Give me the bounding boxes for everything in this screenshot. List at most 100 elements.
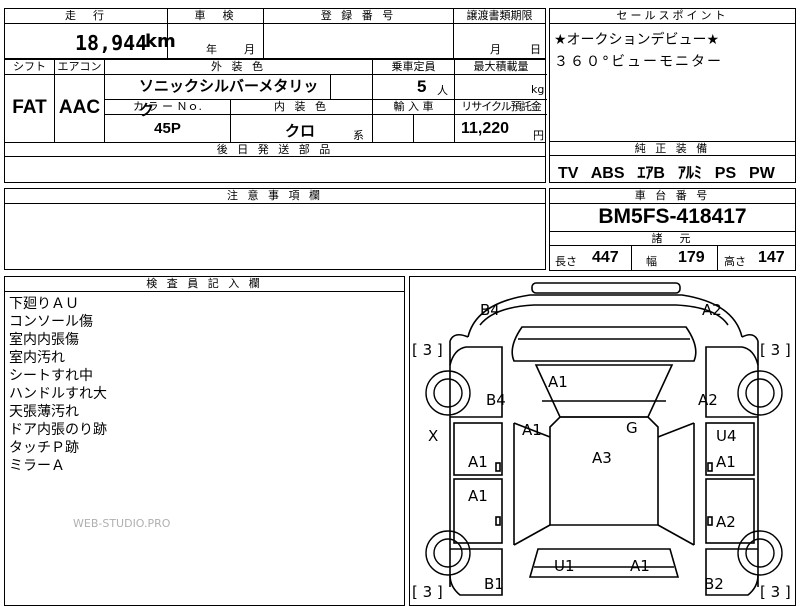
recycle-value: 11,220 [461, 120, 510, 137]
specs-section: シフト エアコン 外 装 色 乗車定員 最大積載量 FAT AAC ソニックシル… [4, 59, 547, 144]
tire-bracket-rear-right: [ 3 ] [760, 583, 791, 601]
chassis-value: BM5FS-418417 [598, 205, 747, 228]
inspector-line: ドア内張のり跡 [9, 422, 107, 438]
damage-mark: B4 [480, 301, 500, 319]
car-diagram-section: B4 A2 A1 B4 A2 A1 G A3 X U4 A1 A1 A1 A2 … [409, 276, 796, 606]
import-cell-b [414, 115, 455, 144]
length-label: 長さ [555, 255, 577, 268]
chassis-section: 車 台 番 号 BM5FS-418417 諸 元 長さ 447 幅 179 高さ… [549, 188, 796, 271]
equipment-item: TV [558, 165, 579, 182]
interior-suffix: 系 [353, 129, 364, 142]
inspector-line: 室内内張傷 [9, 332, 79, 348]
inspector-line: コンソール傷 [9, 314, 93, 330]
inspector-line: 天張薄汚れ [9, 404, 79, 420]
exterior-extra-cell [331, 75, 373, 100]
equipment-label: 純 正 装 備 [550, 142, 795, 156]
damage-mark: A1 [548, 373, 568, 391]
tire-bracket-front-left: [ 3 ] [412, 341, 443, 359]
maxload-label: 最大積載量 [455, 60, 547, 75]
shift-value: FAT [5, 75, 55, 144]
damage-mark: A2 [716, 513, 736, 531]
inspection-section: 車 検 年 月 [167, 8, 264, 59]
notes-label: 注 意 事 項 欄 [5, 189, 545, 204]
import-label: 輸 入 車 [373, 100, 455, 115]
equipment-item: PW [749, 165, 775, 182]
car-diagram-svg [425, 282, 783, 596]
interior-value: クロ [285, 123, 316, 140]
damage-mark: A1 [522, 421, 542, 439]
maxload-cell: kg [455, 75, 547, 100]
interior-label: 内 装 色 [231, 100, 373, 115]
later-parts-label: 後 日 発 送 部 品 [5, 143, 545, 157]
damage-mark: U4 [716, 427, 737, 445]
damage-mark: A1 [468, 487, 488, 505]
damage-mark: B1 [484, 575, 504, 593]
width-label: 幅 [646, 255, 657, 268]
damage-mark: B2 [704, 575, 724, 593]
inspector-line: 下廻りＡＵ [9, 296, 79, 312]
import-cell-a [373, 115, 414, 144]
tire-bracket-rear-left: [ 3 ] [412, 583, 443, 601]
recycle-unit: 円 [533, 129, 544, 142]
inspection-year-unit: 年 [206, 43, 217, 56]
capacity-cell: 5 人 [373, 75, 455, 100]
damage-mark: B4 [486, 391, 506, 409]
exterior-value: ソニックシルバーメタリック [105, 75, 331, 119]
capacity-unit: 人 [437, 84, 448, 97]
length-value: 447 [592, 249, 619, 266]
sales-point-line2: ３６０°ビューモニター [554, 54, 723, 70]
color-no-value: 45P [105, 115, 231, 144]
mileage-value: 18,944 [75, 31, 148, 55]
inspector-label: 検 査 員 記 入 欄 [5, 277, 404, 292]
damage-mark: A1 [716, 453, 736, 471]
inspection-month-unit: 月 [244, 43, 255, 56]
damage-mark: A1 [468, 453, 488, 471]
height-cell: 高さ 147 [718, 246, 795, 270]
equipment-item: ｴｱB [637, 165, 665, 182]
equipment-item: ABS [590, 165, 625, 182]
shift-label: シフト [5, 60, 55, 75]
damage-mark: A2 [698, 391, 718, 409]
mileage-section: 走 行 18,944 km [4, 8, 176, 59]
width-value: 179 [678, 249, 705, 266]
equipment-section: 純 正 装 備 TV ABS ｴｱB ｱﾙﾐ PS PW [549, 141, 796, 183]
damage-mark: G [626, 419, 638, 437]
capacity-value: 5 [417, 77, 427, 96]
inspector-line: ハンドルすれ大 [9, 386, 107, 402]
aircon-value: AAC [55, 75, 105, 144]
interior-cell: クロ 系 [231, 115, 373, 144]
sales-point-section: セールスポイント ★オークションデビュー★ ３６０°ビューモニター [549, 8, 796, 142]
height-label: 高さ [724, 255, 746, 268]
maxload-unit: kg [531, 83, 545, 96]
capacity-label: 乗車定員 [373, 60, 455, 75]
recycle-label: リサイクル預託金 [455, 100, 547, 115]
aircon-label: エアコン [55, 60, 105, 75]
width-cell: 幅 179 [632, 246, 718, 270]
car-outline [449, 282, 759, 596]
damage-mark: U1 [554, 557, 575, 575]
damage-mark: A2 [702, 301, 722, 319]
inspector-line: 室内汚れ [9, 350, 65, 366]
transfer-month-unit: 月 [490, 43, 501, 56]
sales-point-line1: ★オークションデビュー★ [554, 32, 720, 48]
inspector-section: 検 査 員 記 入 欄 下廻りＡＵ コンソール傷 室内内張傷 室内汚れ シートす… [4, 276, 405, 606]
equipment-item: ｱﾙﾐ [677, 165, 702, 182]
equipment-items: TV ABS ｴｱB ｱﾙﾐ PS PW [558, 159, 775, 183]
chassis-label: 車 台 番 号 [550, 189, 795, 204]
height-value: 147 [758, 249, 785, 266]
inspection-label: 車 検 [168, 9, 263, 24]
inspector-line: ミラーＡ [9, 458, 65, 474]
dims-label: 諸 元 [550, 231, 795, 246]
damage-mark: A1 [630, 557, 650, 575]
length-cell: 長さ 447 [550, 246, 632, 270]
recycle-cell: 11,220 円 [455, 115, 547, 144]
registration-section: 登 録 番 号 [263, 8, 454, 59]
transfer-day-unit: 日 [530, 43, 541, 56]
damage-mark: X [428, 427, 439, 445]
color-no-label: カ ラ ー Ｎｏ. [105, 100, 231, 115]
inspector-line: タッチＰ跡 [9, 440, 79, 456]
notes-section: 注 意 事 項 欄 [4, 188, 546, 270]
inspector-line: シートすれ中 [9, 368, 93, 384]
registration-label: 登 録 番 号 [264, 9, 453, 24]
later-parts-section: 後 日 発 送 部 品 [4, 142, 546, 183]
